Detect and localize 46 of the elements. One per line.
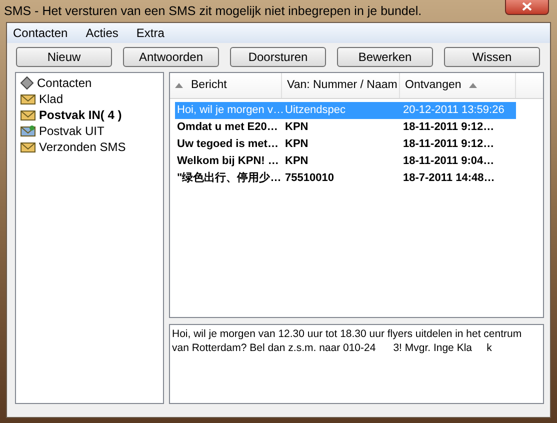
folder-item[interactable]: Contacten xyxy=(37,74,92,92)
envelope-icon xyxy=(20,92,36,106)
table-cell-text: Uitzendspec xyxy=(285,103,347,118)
table-cell-text: Hoi, wil je morgen v… xyxy=(176,103,285,118)
table-cell-text: 75510010 xyxy=(285,171,335,186)
table-cell-text: Omdat u met E20… xyxy=(176,120,279,136)
toolbar-button[interactable]: Doorsturen xyxy=(230,47,326,67)
table-cell-text: "绿色出行、停用少… xyxy=(176,170,282,186)
toolbar-button[interactable]: Bewerken xyxy=(337,47,433,67)
table-cell-text: 18-11-2011 9:04… xyxy=(403,154,496,170)
table-cell-text: KPN xyxy=(285,154,310,170)
window-title: SMS - Het versturen van een SMS zit mogelijk niet inbegrepen in je bundel. xyxy=(4,2,422,20)
table-cell-text: KPN xyxy=(285,137,310,152)
folder-item[interactable]: Postvak UIT xyxy=(39,122,104,140)
column-header[interactable]: Bericht xyxy=(170,73,282,98)
close-icon xyxy=(522,2,532,11)
folder-item[interactable]: Postvak IN( 4 ) xyxy=(39,106,122,124)
column-header[interactable]: Ontvangen xyxy=(400,73,516,98)
envelope-icon xyxy=(20,140,36,154)
table-cell-text: 18-7-2011 14:48… xyxy=(403,171,496,186)
message-text: Hoi, wil je morgen van 12.30 uur tot 18.30 uur flyers uitdelen in het centrum van Rotterdam? Bel dan z.s.m. naar 010-24 3! Mvgr. Inge Kla k xyxy=(172,327,523,355)
table-cell-text: 18-11-2011 9:12… xyxy=(403,137,496,152)
toolbar-button[interactable]: Wissen xyxy=(444,47,540,67)
table-cell-text: KPN xyxy=(285,120,310,136)
message-row[interactable]: Omdat u met E20… KPN 18-11-2011 9:12… xyxy=(175,119,516,136)
menu-item[interactable]: Acties xyxy=(84,24,120,42)
folder-item[interactable]: Verzonden SMS xyxy=(39,138,126,156)
table-cell-text: Welkom bij KPN! … xyxy=(176,154,280,170)
diamond-icon xyxy=(20,76,34,90)
table-cell-text: 18-11-2011 9:12… xyxy=(403,120,496,136)
close-button[interactable] xyxy=(505,0,549,15)
envelope-icon xyxy=(20,108,36,122)
column-header[interactable]: Van: Nummer / Naam xyxy=(282,73,400,98)
table-cell-text: Uw tegoed is met… xyxy=(176,137,280,152)
table-cell-text: 20-12-2011 13:59:26 xyxy=(403,103,506,118)
toolbar-button[interactable]: Antwoorden xyxy=(123,47,219,67)
message-row[interactable]: Welkom bij KPN! … KPN 18-11-2011 9:04… xyxy=(175,153,516,170)
envelope-icon xyxy=(20,124,36,138)
menu-item[interactable]: Contacten xyxy=(11,24,70,42)
toolbar-button[interactable]: Nieuw xyxy=(16,47,112,67)
message-row[interactable]: "绿色出行、停用少… 75510010 18-7-2011 14:48… xyxy=(175,170,516,187)
message-row[interactable]: Uw tegoed is met… KPN 18-11-2011 9:12… xyxy=(175,136,516,153)
folder-item[interactable]: Klad xyxy=(39,90,64,108)
sort-arrow-icon xyxy=(175,83,183,88)
sort-arrow-icon xyxy=(469,83,478,88)
menu-item[interactable]: Extra xyxy=(134,24,166,42)
